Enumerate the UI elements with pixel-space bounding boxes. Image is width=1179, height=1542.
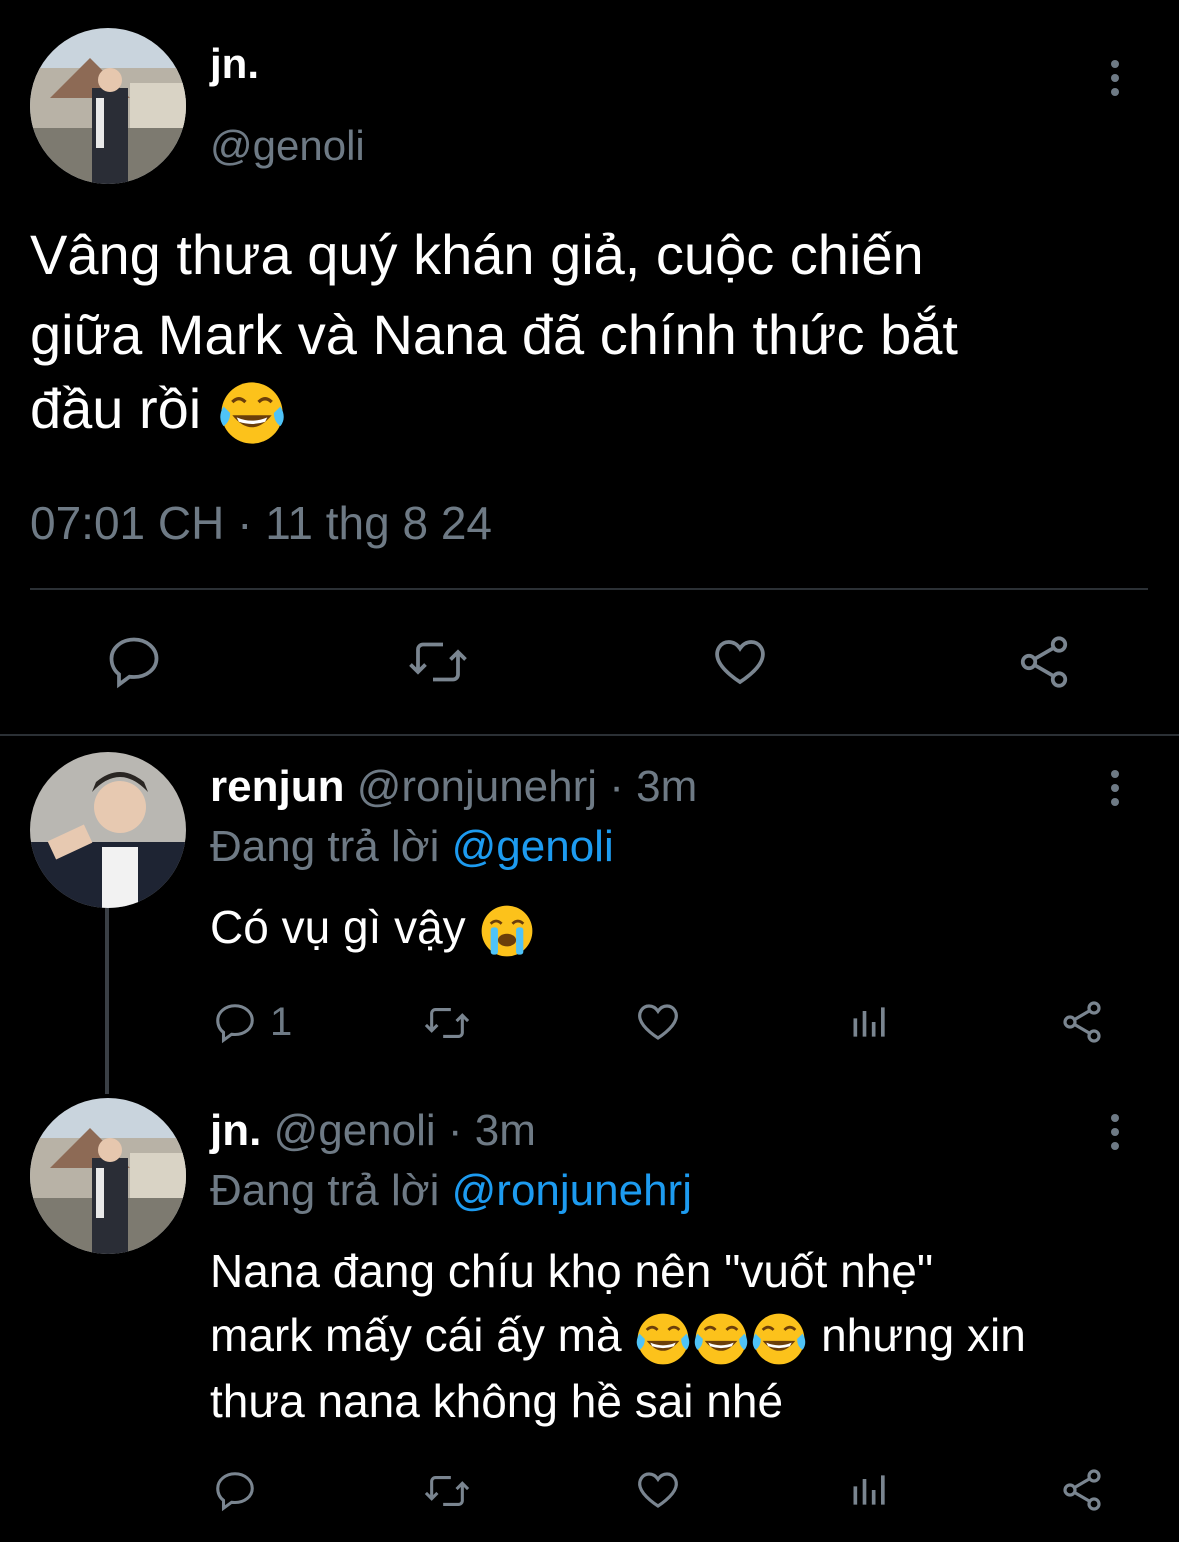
face-with-tears-of-joy-icon — [751, 1312, 807, 1366]
more-options-icon[interactable] — [1111, 1114, 1119, 1156]
handle[interactable]: @genoli — [274, 1106, 436, 1155]
heart-icon[interactable] — [634, 1466, 682, 1514]
share-icon[interactable] — [1014, 632, 1074, 692]
divider — [0, 734, 1179, 736]
reply-time: · 3m — [609, 762, 698, 811]
reply-icon[interactable] — [212, 1468, 258, 1514]
reply-author-line: renjun @ronjunehrj · 3m — [210, 762, 697, 812]
face-with-tears-of-joy-icon — [693, 1312, 749, 1366]
replying-to-line: Đang trả lời @genoli — [210, 822, 614, 872]
mention-link[interactable]: @genoli — [452, 822, 614, 871]
analytics-icon[interactable] — [848, 1468, 892, 1512]
reply-icon[interactable] — [212, 1000, 258, 1046]
tweet-text-line-2: giữa Mark và Nana đã chính thức bắt — [30, 303, 958, 366]
avatar-ronjunehrj[interactable] — [30, 752, 186, 908]
display-name[interactable]: jn. — [210, 40, 259, 88]
reply-text: Có vụ gì vậy — [210, 900, 536, 960]
analytics-icon[interactable] — [848, 1000, 892, 1044]
avatar-genoli[interactable] — [30, 1098, 186, 1254]
divider — [30, 588, 1148, 590]
reply-text-body: Có vụ gì vậy — [210, 901, 466, 953]
tweet-text-line-3-text: đầu rồi — [30, 377, 202, 440]
thread-connector-line — [105, 908, 109, 1094]
heart-icon[interactable] — [710, 632, 770, 692]
tweet-text-line-1: Vâng thưa quý khán giả, cuộc chiến — [30, 223, 924, 286]
reply-icon[interactable] — [104, 632, 164, 692]
loudly-crying-face-icon — [480, 904, 535, 958]
display-name[interactable]: jn. — [210, 1106, 261, 1155]
retweet-icon[interactable] — [406, 632, 470, 692]
heart-icon[interactable] — [634, 998, 682, 1046]
share-icon[interactable] — [1058, 1466, 1106, 1514]
handle[interactable]: @genoli — [210, 122, 365, 170]
reply-text-line-1: Nana đang chíu khọ nên "vuốt nhẹ" — [210, 1245, 934, 1297]
avatar-genoli[interactable] — [30, 28, 186, 184]
reply-text-line-2a: mark mấy cái ấy mà — [210, 1309, 622, 1361]
more-options-icon[interactable] — [1111, 770, 1119, 812]
reply-text-line-3: thưa nana không hề sai nhé — [210, 1375, 784, 1427]
retweet-icon[interactable] — [422, 1000, 472, 1046]
more-options-icon[interactable] — [1111, 60, 1119, 102]
reply-time: · 3m — [447, 1106, 536, 1155]
face-with-tears-of-joy-icon — [635, 1312, 691, 1366]
display-name[interactable]: renjun — [210, 762, 344, 811]
tweet-timestamp[interactable]: 07:01 CH · 11 thg 8 24 — [30, 496, 492, 550]
reply-author-line: jn. @genoli · 3m — [210, 1106, 536, 1156]
retweet-icon[interactable] — [422, 1468, 472, 1514]
handle[interactable]: @ronjunehrj — [357, 762, 597, 811]
replying-to-line: Đang trả lời @ronjunehrj — [210, 1166, 692, 1216]
reply-count: 1 — [270, 1000, 293, 1044]
tweet-text-line-3: đầu rồi — [30, 376, 287, 448]
reply-text-line-2b: nhưng xin — [821, 1309, 1026, 1361]
replying-label: Đang trả lời — [210, 822, 440, 871]
share-icon[interactable] — [1058, 998, 1106, 1046]
mention-link[interactable]: @ronjunehrj — [452, 1166, 692, 1215]
reply-text-line-2: mark mấy cái ấy mà nhưng xin — [210, 1308, 1026, 1368]
replying-label: Đang trả lời — [210, 1166, 440, 1215]
face-with-tears-of-joy-icon — [218, 380, 286, 446]
